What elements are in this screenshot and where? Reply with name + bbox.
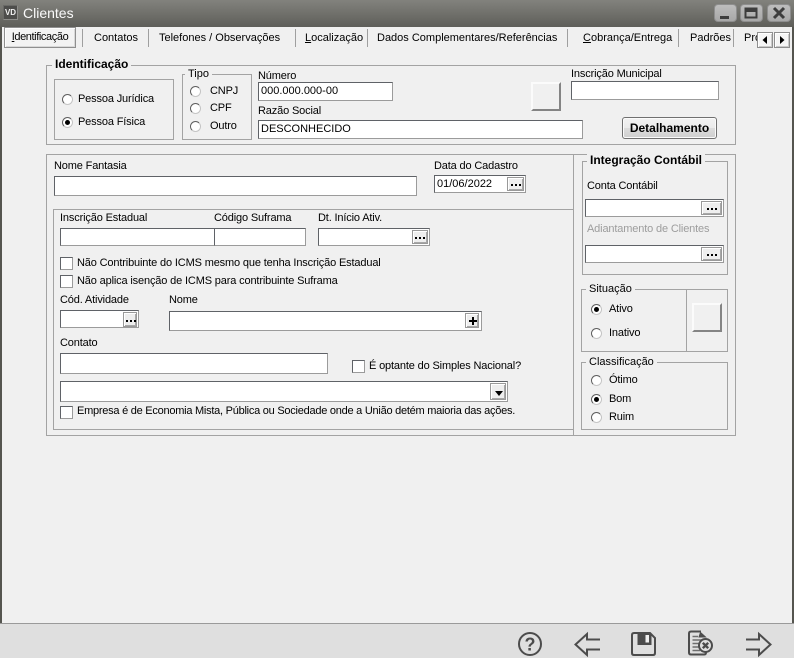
svg-text:?: ?: [525, 635, 536, 655]
